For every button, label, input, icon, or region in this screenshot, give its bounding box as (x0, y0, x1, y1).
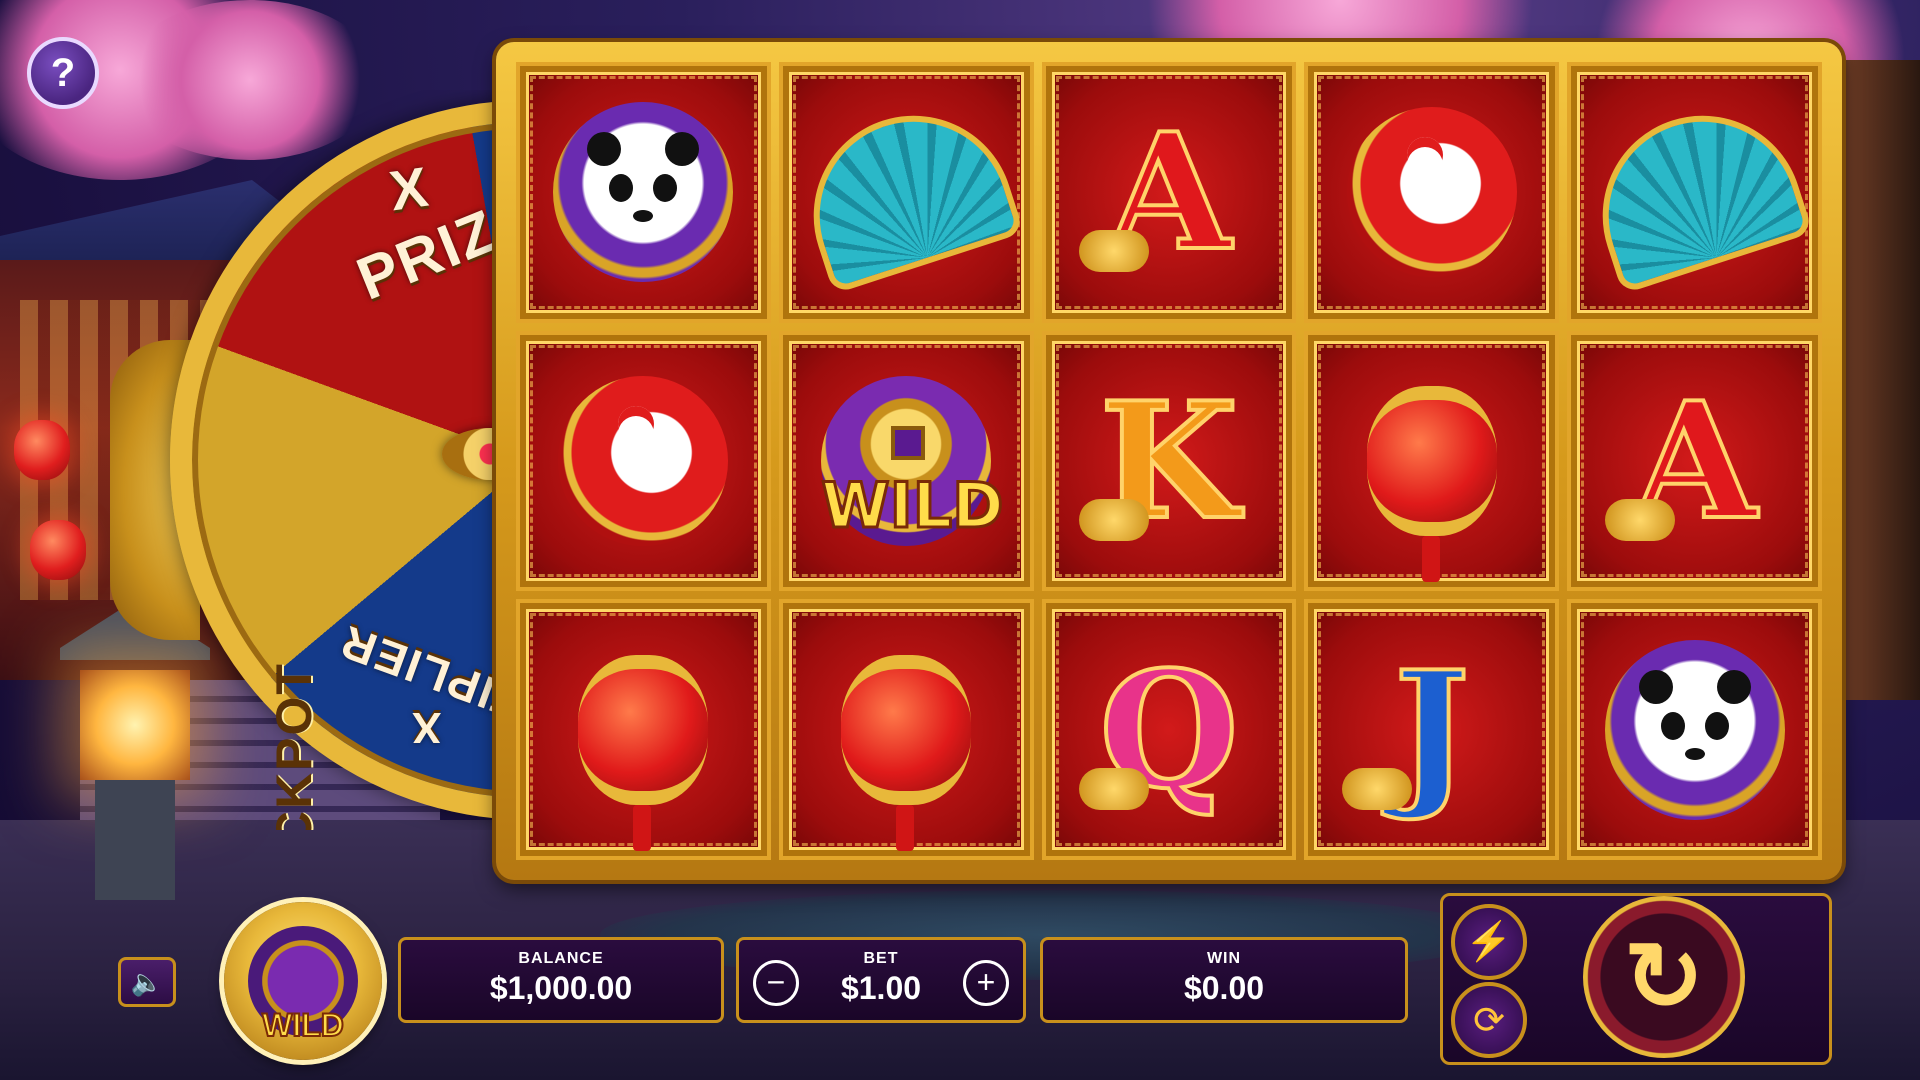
lightning-icon: ⚡ (1465, 921, 1513, 963)
wild-icon: WILD (806, 361, 1006, 561)
bet-increase-button[interactable]: + (963, 960, 1009, 1006)
reel-cell: J (1304, 599, 1560, 860)
wild-coin-icon: WILD (248, 926, 358, 1044)
balance-panel: BALANCE $1,000.00 (398, 937, 724, 1023)
cloud-icon (1078, 498, 1149, 541)
reel-cell (516, 62, 771, 323)
win-panel: WIN $0.00 (1040, 937, 1408, 1023)
symbol-j-icon: J (1332, 630, 1532, 830)
win-value: $0.00 (1183, 970, 1265, 1006)
reel-cell: A (1567, 330, 1822, 592)
sound-button[interactable]: 🔈 (118, 957, 176, 1007)
reel-cell: K (1041, 330, 1297, 592)
lantern-icon (806, 630, 1006, 851)
reel-cell: WILD (778, 330, 1034, 592)
question-icon: ? (50, 50, 76, 95)
bet-decrease-button[interactable]: − (753, 960, 799, 1006)
reel-cell (778, 62, 1034, 323)
wild-badge-label: WILD (261, 1006, 345, 1044)
lantern-icon (543, 630, 743, 851)
symbol-q-icon: Q (1069, 630, 1269, 830)
symbol-a-icon: A (1595, 361, 1795, 561)
reel-cell (1567, 599, 1822, 860)
reel-cell (1304, 62, 1560, 323)
reel-cell (1304, 330, 1560, 592)
reel-cell (778, 599, 1034, 860)
help-button[interactable]: ? (27, 37, 99, 109)
balance-value: $1,000.00 (489, 970, 633, 1006)
hanging-lantern (14, 420, 70, 480)
panda-icon (543, 92, 743, 292)
reel-cell (516, 599, 771, 860)
bet-panel: − BET $1.00 + (736, 937, 1026, 1023)
reel-cell: Q (1041, 599, 1297, 860)
spin-button[interactable]: ↻ (1583, 896, 1745, 1058)
crane-icon (543, 361, 743, 561)
cloud-icon (1078, 230, 1149, 273)
fan-icon (787, 90, 1025, 295)
lantern-icon (1332, 361, 1532, 582)
panda-icon (1595, 630, 1795, 830)
fan-icon (1576, 90, 1813, 295)
balance-label: BALANCE (518, 950, 604, 967)
wild-feature-badge: WILD (224, 902, 382, 1060)
reel-cell (1567, 62, 1822, 323)
autoplay-button[interactable]: ⟳ (1451, 982, 1527, 1058)
spin-controls: ⚡ ⟳ ↻ (1440, 893, 1832, 1065)
reel-cell (516, 330, 771, 592)
crane-icon (1332, 92, 1532, 292)
cloud-icon (1604, 498, 1675, 541)
autoplay-icon: ⟳ (1473, 999, 1505, 1042)
symbol-k-icon: K (1069, 361, 1269, 561)
wheel-label-x-bottom: X (410, 703, 442, 752)
turbo-button[interactable]: ⚡ (1451, 904, 1527, 980)
spin-icon: ↻ (1623, 924, 1705, 1031)
hanging-lantern (30, 520, 86, 580)
bet-value: $1.00 (840, 970, 922, 1006)
symbol-a-icon: A (1069, 92, 1269, 292)
cloud-icon (1341, 767, 1412, 810)
reel-cell: A (1041, 62, 1297, 323)
wild-symbol-label: WILD (820, 467, 1005, 543)
reel-board: A WILD K A Q J (496, 42, 1842, 880)
cloud-icon (1078, 767, 1149, 810)
win-label: WIN (1206, 950, 1242, 967)
bet-label: BET (863, 950, 899, 967)
wheel-label-jackpot: JACKPOT (266, 662, 322, 830)
reel-grid: A WILD K A Q J (516, 62, 1822, 860)
speaker-icon: 🔈 (130, 966, 164, 997)
